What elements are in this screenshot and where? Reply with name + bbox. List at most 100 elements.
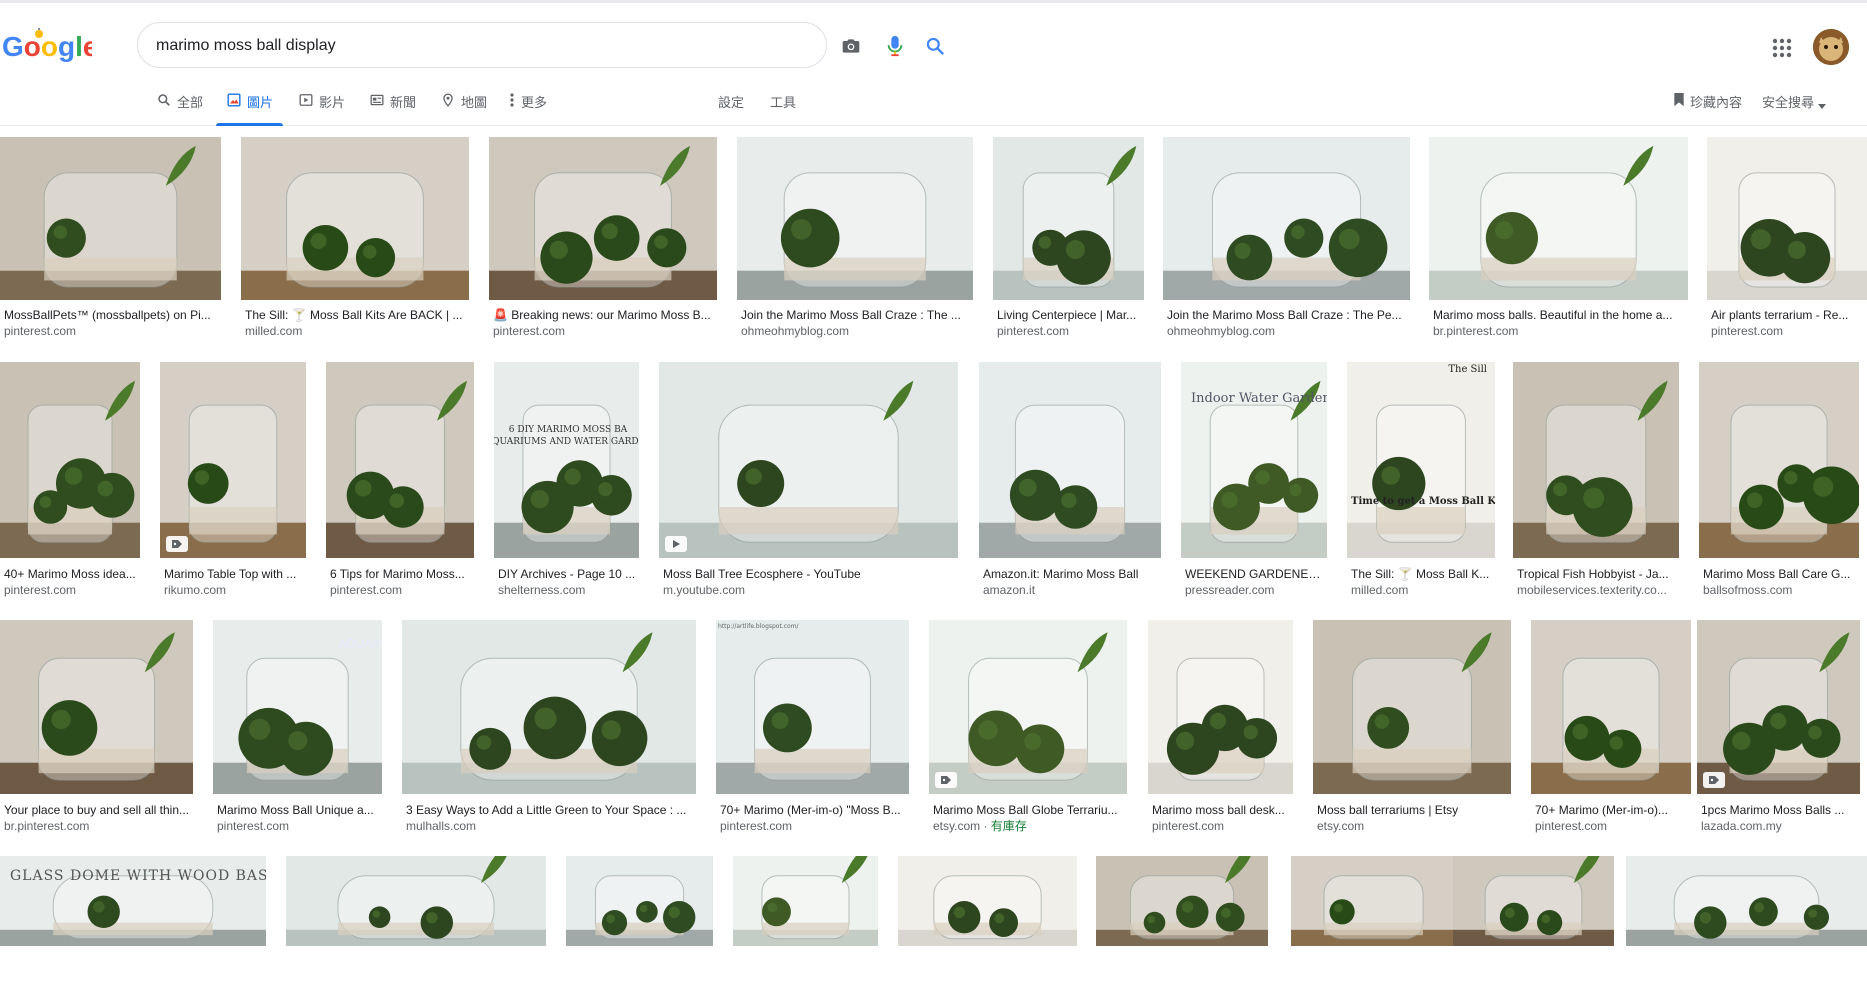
result-source[interactable]: pinterest.com [1711, 323, 1865, 339]
result-title[interactable]: 70+ Marimo (Mer-im-o) "Moss B... [720, 802, 907, 818]
image-thumbnail[interactable] [402, 620, 696, 794]
result-source[interactable]: shelterness.com [498, 582, 637, 598]
image-result-card[interactable]: 6 Tips for Marimo Moss... pinterest.com [326, 362, 474, 598]
image-thumbnail[interactable] [0, 362, 140, 558]
image-result-card[interactable]: Indoor Water Garden WEEKEND GARDENER -..… [1181, 362, 1327, 598]
image-result-card[interactable] [898, 856, 1077, 986]
result-title[interactable]: Marimo moss balls. Beautiful in the home… [1433, 307, 1686, 323]
result-source[interactable]: milled.com [245, 323, 467, 339]
result-source[interactable]: pinterest.com [217, 818, 380, 834]
result-title[interactable]: Marimo moss ball desk... [1152, 802, 1291, 818]
image-thumbnail[interactable] [1699, 362, 1859, 558]
result-source[interactable]: ballsofmoss.com [1703, 582, 1857, 598]
tab-videos[interactable]: 影片 [298, 92, 345, 126]
image-thumbnail[interactable] [0, 620, 193, 794]
result-title[interactable]: The Sill: 🍸 Moss Ball K... [1351, 566, 1493, 582]
image-result-card[interactable]: Air plants terrarium - Re... pinterest.co… [1707, 137, 1867, 340]
result-title[interactable]: 40+ Marimo Moss idea... [4, 566, 138, 582]
image-thumbnail[interactable] [1313, 620, 1511, 794]
result-source[interactable]: milled.com [1351, 582, 1493, 598]
result-source[interactable]: ohmeohmyblog.com [741, 323, 971, 339]
result-source[interactable]: br.pinterest.com [1433, 323, 1686, 339]
image-result-card[interactable]: Marimo moss balls. Beautiful in the home… [1429, 137, 1688, 340]
result-source[interactable]: m.youtube.com [663, 582, 956, 598]
image-thumbnail[interactable] [659, 362, 958, 558]
search-box[interactable] [137, 22, 944, 68]
image-thumbnail[interactable] [286, 856, 546, 946]
avatar[interactable] [1813, 29, 1849, 65]
image-result-card[interactable]: The Sill Time to get a Moss Ball Kit The … [1347, 362, 1495, 598]
image-result-card[interactable] [286, 856, 546, 986]
image-result-card[interactable] [1096, 856, 1268, 986]
result-source[interactable]: mobileservices.texterity.co... [1517, 582, 1677, 598]
result-title[interactable]: Join the Marimo Moss Ball Craze : The Pe… [1167, 307, 1408, 323]
result-title[interactable]: 70+ Marimo (Mer-im-o)... [1535, 802, 1689, 818]
image-result-card[interactable]: Join the Marimo Moss Ball Craze : The ..… [737, 137, 973, 340]
tab-images[interactable]: 圖片 [215, 92, 284, 126]
image-result-card[interactable]: Join the Marimo Moss Ball Craze : The Pe… [1163, 137, 1410, 340]
result-title[interactable]: MossBallPets™ (mossballpets) on Pi... [4, 307, 219, 323]
image-thumbnail[interactable] [326, 362, 474, 558]
result-title[interactable]: Air plants terrarium - Re... [1711, 307, 1865, 323]
apps-grid-icon[interactable] [1770, 36, 1794, 60]
result-source[interactable]: pinterest.com [1152, 818, 1291, 834]
image-result-card[interactable]: Marimo Moss Ball Globe Terrariu... etsy.c… [929, 620, 1127, 834]
image-result-card[interactable]: Your place to buy and sell all thin... br… [0, 620, 193, 834]
google-logo[interactable]: Google [2, 26, 98, 64]
image-result-card[interactable]: Tropical Fish Hobbyist - Ja... mobileserv… [1513, 362, 1679, 598]
image-result-card[interactable]: 3 Easy Ways to Add a Little Green to You… [402, 620, 696, 834]
image-thumbnail[interactable] [489, 137, 717, 300]
result-source[interactable]: pinterest.com [4, 323, 219, 339]
result-source[interactable]: pinterest.com [330, 582, 472, 598]
image-result-card[interactable]: 1pcs Marimo Moss Balls ... lazada.com.my [1697, 620, 1860, 834]
result-title[interactable]: Moss Ball Tree Ecosphere - YouTube [663, 566, 956, 582]
result-source[interactable]: br.pinterest.com [4, 818, 191, 834]
image-thumbnail[interactable] [1148, 620, 1293, 794]
image-thumbnail[interactable]: The Sill Time to get a Moss Ball Kit [1347, 362, 1495, 558]
image-thumbnail[interactable] [1707, 137, 1867, 300]
result-title[interactable]: Marimo Table Top with ... [164, 566, 304, 582]
image-result-card[interactable]: Living Centerpiece | Mar... pinterest.com [993, 137, 1144, 340]
result-source[interactable]: pressreader.com [1185, 582, 1325, 598]
result-title[interactable]: Living Centerpiece | Mar... [997, 307, 1142, 323]
result-title[interactable]: 1pcs Marimo Moss Balls ... [1701, 802, 1858, 818]
image-thumbnail[interactable] [1626, 856, 1867, 946]
result-title[interactable]: DIY Archives - Page 10 ... [498, 566, 637, 582]
image-thumbnail[interactable] [1697, 620, 1860, 794]
image-result-card[interactable] [566, 856, 713, 986]
tools-link[interactable]: 工具 [770, 92, 796, 111]
image-result-card[interactable] [1291, 856, 1456, 986]
settings-link[interactable]: 設定 [718, 92, 744, 111]
image-thumbnail[interactable]: GLASS DOME WITH WOOD BASE AND STOPPER [0, 856, 266, 946]
image-result-card[interactable]: 6 DIY MARIMO MOSS BA L AQUARIUMS AND WATE… [494, 362, 639, 598]
result-title[interactable]: 3 Easy Ways to Add a Little Green to You… [406, 802, 694, 818]
search-icon[interactable] [922, 34, 948, 58]
image-thumbnail[interactable] [1531, 620, 1691, 794]
image-thumbnail[interactable]: http://artlife.blogspot.com/ [716, 620, 909, 794]
result-source[interactable]: amazon.it [983, 582, 1159, 598]
result-title[interactable]: Amazon.it: Marimo Moss Ball [983, 566, 1159, 582]
image-thumbnail[interactable] [1429, 137, 1688, 300]
result-source[interactable]: pinterest.com [720, 818, 907, 834]
safesearch-menu[interactable]: 安全搜尋 [1762, 92, 1827, 112]
image-result-card[interactable] [1453, 856, 1614, 986]
tab-maps[interactable]: 地圖 [440, 92, 487, 126]
result-source[interactable]: pinterest.com [1535, 818, 1689, 834]
image-thumbnail[interactable] [160, 362, 306, 558]
result-title[interactable]: 6 Tips for Marimo Moss... [330, 566, 472, 582]
image-thumbnail[interactable] [898, 856, 1077, 946]
image-result-card[interactable]: AQUAmossUK Marimo Moss Ball Unique a...p… [213, 620, 382, 834]
result-title[interactable]: Marimo Moss Ball Care G... [1703, 566, 1857, 582]
image-thumbnail[interactable] [0, 137, 221, 300]
image-result-card[interactable] [733, 856, 878, 986]
image-result-card[interactable]: Marimo Moss Ball Care G... ballsofmoss.co… [1699, 362, 1859, 598]
image-result-card[interactable]: Marimo moss ball desk... pinterest.com [1148, 620, 1293, 834]
image-result-card[interactable]: GLASS DOME WITH WOOD BASE AND STOPPER [0, 856, 266, 986]
camera-icon[interactable] [838, 34, 864, 58]
result-source[interactable]: ohmeohmyblog.com [1167, 323, 1408, 339]
result-source[interactable]: pinterest.com [4, 582, 138, 598]
result-source[interactable]: pinterest.com [493, 323, 715, 339]
image-thumbnail[interactable] [993, 137, 1144, 300]
search-input[interactable] [156, 34, 696, 58]
image-result-card[interactable]: Moss ball terrariums | Etsy etsy.com [1313, 620, 1511, 834]
